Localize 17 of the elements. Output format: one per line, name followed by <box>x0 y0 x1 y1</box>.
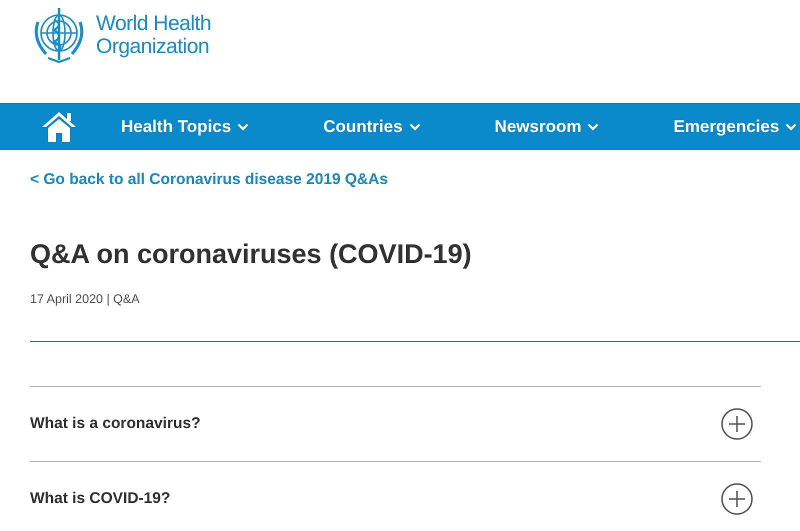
question-row[interactable]: What is COVID-19? <box>30 462 761 531</box>
home-icon[interactable] <box>40 110 78 144</box>
question-text: What is COVID-19? <box>30 488 170 509</box>
question-text: What is a coronavirus? <box>30 414 201 434</box>
nav-link[interactable]: Newsroom <box>494 114 600 140</box>
who-logo[interactable]: World Health Organization <box>28 4 211 66</box>
page-title: Q&A on coronaviruses (COVID-19) <box>30 238 473 272</box>
date-meta: 17 April 2020 | Q&A <box>30 290 141 308</box>
logo-text: Organization <box>96 35 210 58</box>
nav-link[interactable]: Health Topics <box>121 114 250 140</box>
logo-text: World Health <box>96 12 211 35</box>
plus-circle-icon <box>721 408 753 440</box>
question-row[interactable]: What is a coronavirus? <box>30 386 761 462</box>
back-link[interactable]: < Go back to all Coronavirus disease 2019 Q&As <box>30 168 800 192</box>
nav-link[interactable]: Emergencies <box>673 114 798 140</box>
nav-link[interactable]: Countries <box>323 114 421 140</box>
plus-circle-icon <box>721 482 753 514</box>
